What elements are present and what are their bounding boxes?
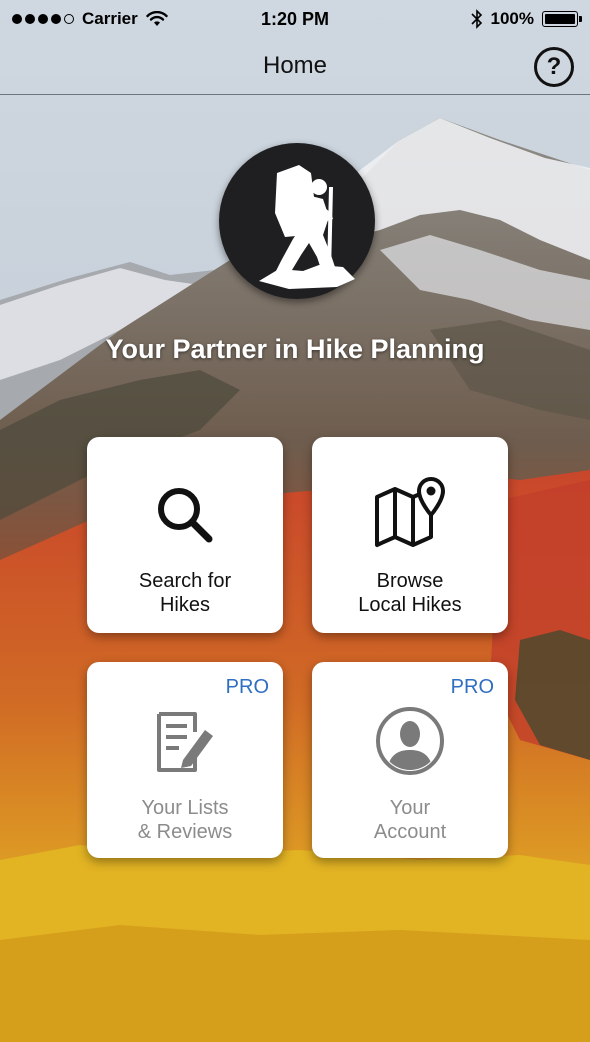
battery-level [545, 14, 575, 24]
status-right: 100% [470, 9, 582, 29]
lists-reviews-label: Your Lists & Reviews [137, 797, 233, 843]
battery-percent: 100% [490, 9, 534, 28]
lists-reviews-tile[interactable]: PRO Your Lists & Reviews [87, 662, 283, 858]
search-icon [87, 483, 283, 547]
wifi-icon [146, 11, 168, 26]
user-icon [312, 706, 508, 776]
signal-strength-icon [12, 14, 74, 24]
map-pin-icon [312, 475, 508, 549]
search-hikes-tile[interactable]: Search for Hikes [87, 437, 283, 633]
status-bar: Carrier 1:20 PM 100% [0, 0, 590, 38]
hiker-logo [219, 143, 375, 299]
status-left: Carrier [12, 9, 168, 29]
page-title: Home [262, 52, 328, 79]
battery-icon [542, 11, 582, 27]
pro-badge: PRO [225, 676, 269, 698]
help-button[interactable]: ? [534, 47, 574, 87]
help-icon: ? [546, 53, 562, 80]
carrier-label: Carrier [82, 9, 138, 28]
navigation-bar: Home ? [0, 38, 590, 95]
account-label: Your Account [373, 797, 447, 843]
account-tile[interactable]: PRO Your Account [312, 662, 508, 858]
tagline: Your Partner in Hike Planning [105, 334, 485, 364]
hiker-icon [259, 165, 355, 289]
bluetooth-icon [470, 9, 482, 29]
edit-list-icon [87, 710, 283, 774]
browse-local-hikes-label: Browse Local Hikes [358, 570, 462, 616]
search-hikes-label: Search for Hikes [138, 570, 232, 616]
pro-badge: PRO [450, 676, 494, 698]
browse-local-hikes-tile[interactable]: Browse Local Hikes [312, 437, 508, 633]
